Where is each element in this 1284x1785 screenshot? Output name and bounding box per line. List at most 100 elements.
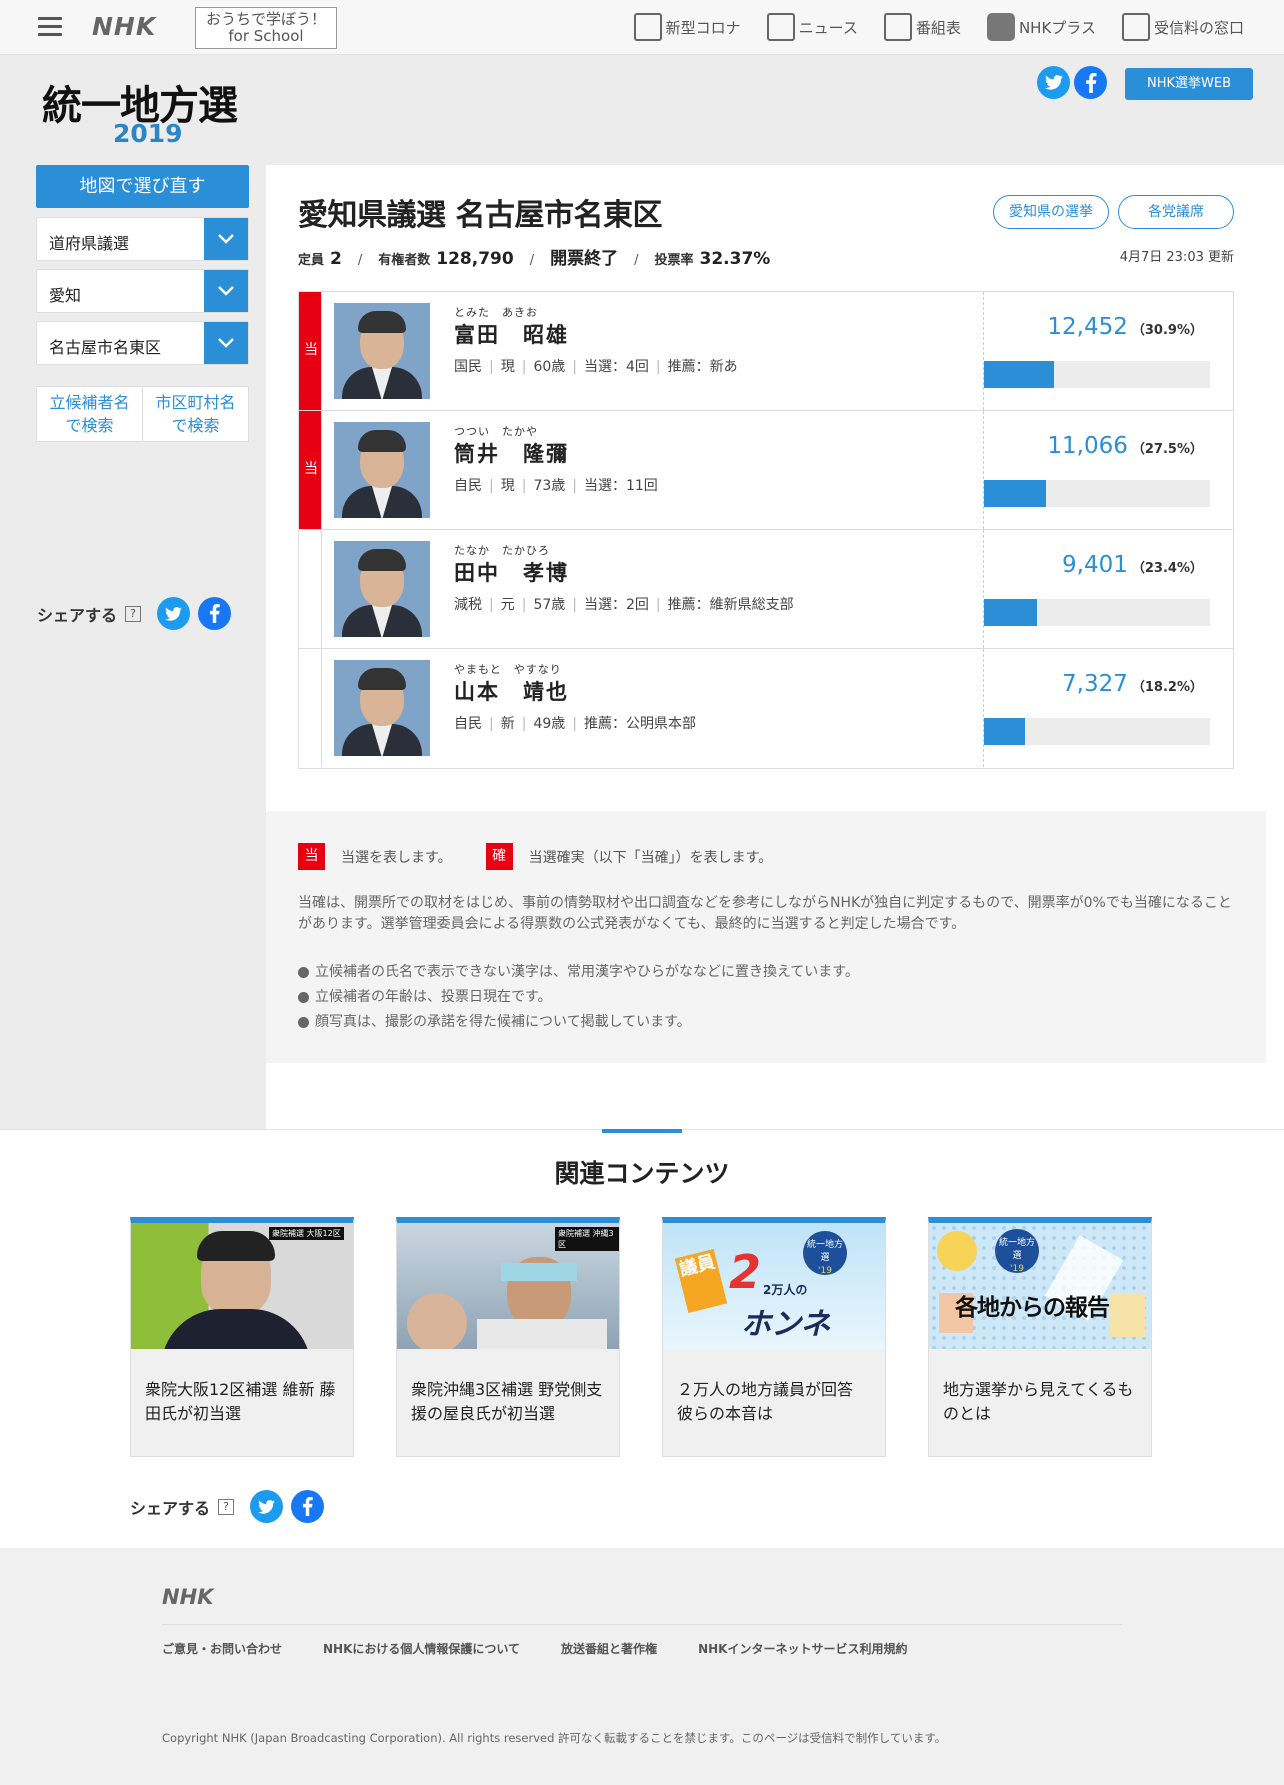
reselect-map-button[interactable]: 地図で選び直す [36, 165, 249, 208]
search-by-city-button[interactable]: 市区町村名 で検索 [142, 387, 248, 441]
header-share [1037, 66, 1107, 99]
nav-corona[interactable]: 新型コロナ [633, 13, 741, 41]
for-school-link[interactable]: おうちで学ぼう！ for School [195, 7, 337, 49]
separator: / [357, 253, 363, 268]
winner-marker [299, 649, 322, 767]
election-type-select[interactable]: 道府県議選 [36, 217, 249, 261]
vote-column: 12,452 （30.9%） [983, 292, 1233, 410]
nav-label: ニュース [798, 18, 858, 37]
card-overlay-a: 議員 [674, 1248, 728, 1314]
district-select[interactable]: 名古屋市名東区 [36, 321, 249, 365]
section-accent [602, 1129, 682, 1133]
badge-text: 統一地方選 [806, 1240, 843, 1263]
vote-count-group: 12,452 （30.9%） [1047, 314, 1203, 340]
vote-share-fill [984, 480, 1046, 507]
copyright: Copyright NHK (Japan Broadcasting Corpor… [162, 1731, 947, 1745]
nav-label: NHKプラス [1018, 18, 1096, 37]
vote-percentage: （23.4%） [1131, 561, 1203, 576]
winner-mark: 当 [304, 461, 318, 477]
footer-link-contact[interactable]: ご意見・お問い合わせ [162, 1640, 282, 1657]
card-caption: ２万人の地方議員が回答 彼らの本音は [677, 1380, 854, 1423]
meta-item: 国民 [454, 359, 482, 375]
winner-marker: 当 [299, 411, 322, 529]
twitter-icon[interactable] [250, 1490, 284, 1523]
vote-count-group: 9,401 （23.4%） [1062, 552, 1203, 578]
related-card[interactable]: 各地からの報告 統一地方選 '19 地方選挙から見えてくるものとは [928, 1217, 1152, 1457]
meta-item: 自民 [454, 478, 482, 494]
nav-news[interactable]: ニュース [766, 13, 858, 41]
badge-year: '19 [818, 1266, 832, 1276]
card-caption: 衆院沖縄3区補選 野党側支援の屋良氏が初当選 [411, 1380, 603, 1423]
help-icon[interactable]: ? [125, 605, 142, 622]
meta-item: 当選：2回 [565, 594, 649, 614]
vote-count: 9,401 [1062, 552, 1128, 578]
menu-icon[interactable] [38, 17, 62, 37]
card-overlay: 衆院補選 大阪12区 [269, 1227, 344, 1240]
nhk-plus-icon [986, 13, 1015, 41]
winner-marker: 当 [299, 292, 322, 410]
vote-share-bar [984, 361, 1210, 388]
electorate-label: 有権者数 [378, 253, 431, 268]
related-cards: 衆院補選 大阪12区 衆院大阪12区補選 維新 藤田氏が初当選 衆院補選 沖縄3… [130, 1217, 1152, 1457]
card-thumbnail: 各地からの報告 統一地方選 '19 [929, 1223, 1151, 1349]
nav-program[interactable]: 番組表 [883, 13, 961, 41]
nav-license[interactable]: 受信料の窓口 [1121, 13, 1244, 41]
note-bullet: 立候補者の年齢は、投票日現在です。 [298, 985, 859, 1010]
facebook-icon[interactable] [198, 597, 232, 630]
chevron-down-icon [204, 218, 248, 260]
facebook-icon[interactable] [1074, 66, 1107, 99]
related-card[interactable]: 衆院補選 沖縄3区 衆院沖縄3区補選 野党側支援の屋良氏が初当選 [396, 1217, 620, 1457]
help-icon[interactable]: ? [218, 1498, 235, 1515]
related-card[interactable]: 衆院補選 大阪12区 衆院大阪12区補選 維新 藤田氏が初当選 [130, 1217, 354, 1457]
meta-item: 57歳 [515, 594, 565, 614]
nhk-election-web-button[interactable]: NHK選挙WEB [1125, 68, 1253, 100]
news-icon [766, 13, 795, 41]
for-school-line2: for School [228, 27, 304, 45]
candidate-name: 筒井 隆彌 [454, 442, 569, 466]
vote-percentage: （30.9%） [1131, 323, 1203, 338]
card-thumbnail: 議員 2 2万人の ホンネ 統一地方選 '19 [663, 1223, 885, 1349]
candidate-photo [334, 660, 430, 756]
nav-nhk-plus[interactable]: NHKプラス [986, 13, 1096, 41]
footer-divider [162, 1624, 1122, 1625]
footer-link-terms[interactable]: NHKインターネットサービス利用規約 [698, 1640, 907, 1657]
prefecture-elections-link[interactable]: 愛知県の選挙 [993, 195, 1109, 229]
candidate-meta: 国民現60歳当選：4回推薦：新あ [454, 356, 738, 376]
candidate-photo [334, 422, 430, 518]
vote-share-bar [984, 718, 1210, 745]
nhk-logo[interactable]: NHK [92, 12, 156, 41]
meta-item: 推薦：新あ [649, 356, 738, 376]
vote-count-group: 11,066 （27.5%） [1047, 433, 1203, 459]
button-line: で検索 [171, 416, 220, 435]
party-seats-link[interactable]: 各党議席 [1118, 195, 1234, 229]
search-by-candidate-button[interactable]: 立候補者名 で検索 [37, 387, 142, 441]
candidate-meta: 減税元57歳当選：2回推薦：維新県総支部 [454, 594, 794, 614]
winner-mark: 当 [304, 342, 318, 358]
count-status: 開票終了 [550, 249, 619, 269]
twitter-icon[interactable] [157, 597, 191, 630]
vote-share-fill [984, 718, 1025, 745]
prefecture-select[interactable]: 愛知 [36, 269, 249, 313]
vote-percentage: （27.5%） [1131, 442, 1203, 457]
vote-share-fill [984, 599, 1037, 626]
footer-nhk-logo[interactable]: NHK [162, 1585, 213, 1609]
card-thumbnail: 衆院補選 沖縄3区 [397, 1223, 619, 1349]
page-title: 愛知県議選 名古屋市名東区 [298, 198, 662, 233]
vote-column: 9,401 （23.4%） [983, 530, 1233, 648]
card-overlay-b: 2万人の [763, 1283, 808, 1297]
button-line: で検索 [65, 416, 114, 435]
footer-link-privacy[interactable]: NHKにおける個人情報保護について [323, 1640, 520, 1657]
select-value: 名古屋市名東区 [49, 338, 162, 357]
select-value: 愛知 [49, 286, 82, 305]
footer [0, 1548, 1284, 1785]
vote-share-bar [984, 480, 1210, 507]
facebook-icon[interactable] [291, 1490, 325, 1523]
candidate-row: たなか たかひろ田中 孝博減税元57歳当選：2回推薦：維新県総支部 9,401（2… [299, 530, 1233, 649]
twitter-icon[interactable] [1037, 66, 1070, 99]
for-school-line1: おうちで学ぼう！ [205, 10, 326, 28]
win-mark-text: 当選を表します。 [341, 849, 452, 866]
turnout-label: 投票率 [654, 253, 694, 268]
card-caption: 衆院大阪12区補選 維新 藤田氏が初当選 [145, 1380, 336, 1423]
footer-link-copyright[interactable]: 放送番組と著作権 [561, 1640, 657, 1657]
related-card[interactable]: 議員 2 2万人の ホンネ 統一地方選 '19 ２万人の地方議員が回答 彼らの本… [662, 1217, 886, 1457]
